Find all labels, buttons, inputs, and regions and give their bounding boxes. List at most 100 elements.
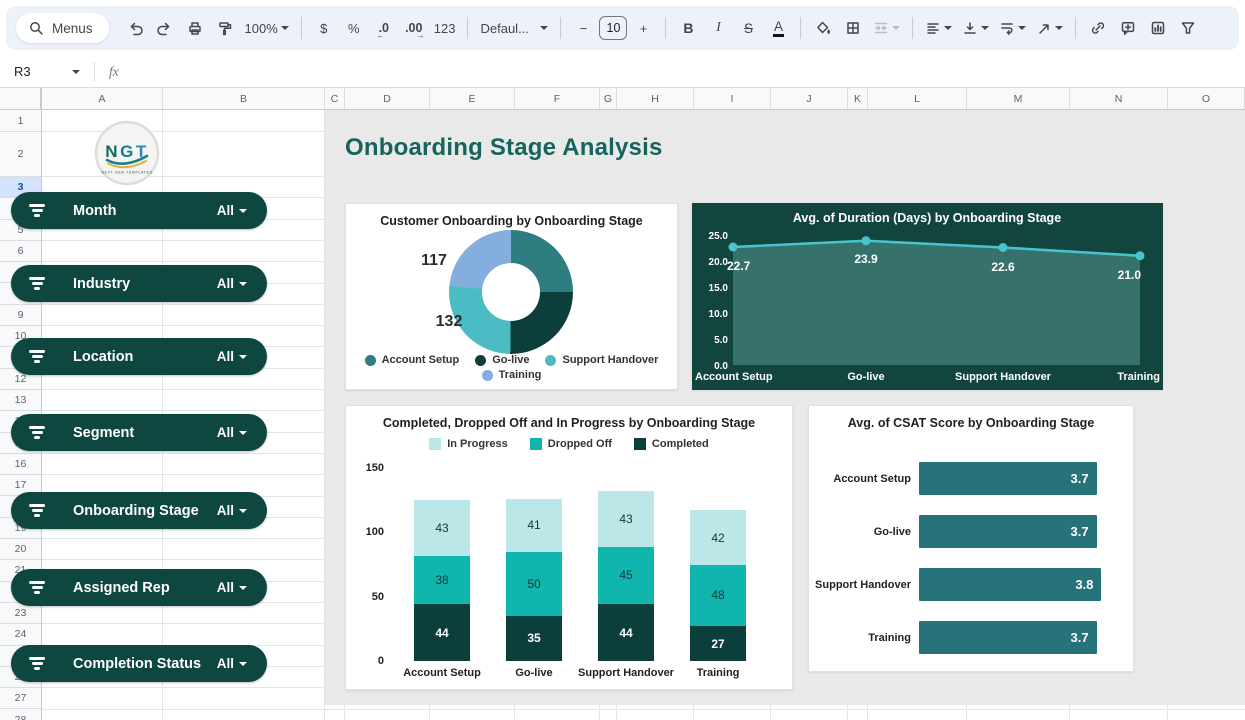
- search-menus-button[interactable]: Menus: [16, 13, 109, 43]
- percent-format-button[interactable]: %: [340, 14, 368, 42]
- row-header-2[interactable]: 2: [0, 132, 41, 177]
- svg-text:21.0: 21.0: [1118, 268, 1142, 282]
- csat-bar-chart-card[interactable]: Avg. of CSAT Score by Onboarding Stage A…: [808, 405, 1134, 672]
- bar-segment: 35: [506, 616, 562, 661]
- slicer-month[interactable]: MonthAll: [11, 192, 267, 229]
- row-header-6[interactable]: 6: [0, 241, 41, 262]
- merge-cells-button[interactable]: [869, 14, 904, 42]
- column-header-C[interactable]: C: [325, 88, 345, 109]
- stacked-bar-chart-card[interactable]: Completed, Dropped Off and In Progress b…: [345, 405, 793, 690]
- column-header-O[interactable]: O: [1168, 88, 1245, 109]
- slicer-value: All: [217, 580, 247, 595]
- increase-font-size-button[interactable]: +: [629, 14, 657, 42]
- row-header-1[interactable]: 1: [0, 110, 41, 132]
- svg-text:15.0: 15.0: [709, 283, 729, 294]
- paint-format-button[interactable]: [211, 14, 239, 42]
- column-header-I[interactable]: I: [694, 88, 771, 109]
- filter-icon: [27, 581, 47, 593]
- redo-button[interactable]: [151, 14, 179, 42]
- divider: [467, 17, 468, 39]
- slicer-industry[interactable]: IndustryAll: [11, 265, 267, 302]
- column-header-L[interactable]: L: [868, 88, 967, 109]
- filter-icon: [27, 277, 47, 289]
- svg-text:22.6: 22.6: [991, 260, 1015, 274]
- print-button[interactable]: [181, 14, 209, 42]
- text-color-button[interactable]: A: [764, 14, 792, 42]
- csat-row: Training3.7: [809, 621, 1133, 654]
- row-header-9[interactable]: 9: [0, 305, 41, 326]
- stacked-bar: 443843: [414, 500, 470, 661]
- filter-icon: [27, 350, 47, 362]
- fx-icon: fx: [95, 64, 119, 80]
- y-axis-tick: 0: [354, 655, 384, 667]
- legend-label: Training: [499, 369, 542, 381]
- bold-button[interactable]: B: [674, 14, 702, 42]
- slicer-value: All: [217, 656, 247, 671]
- column-header-F[interactable]: F: [515, 88, 600, 109]
- insert-comment-button[interactable]: [1114, 14, 1142, 42]
- slicer-value-text: All: [217, 503, 234, 518]
- row-header-13[interactable]: 13: [0, 390, 41, 411]
- row-header-16[interactable]: 16: [0, 454, 41, 475]
- column-header-N[interactable]: N: [1070, 88, 1168, 109]
- stacked-bar: 444543: [598, 491, 654, 661]
- column-header-K[interactable]: K: [848, 88, 868, 109]
- y-axis-tick: 150: [354, 462, 384, 474]
- select-all-corner[interactable]: [0, 88, 42, 109]
- text-rotation-button[interactable]: [1032, 14, 1067, 42]
- area-chart-card[interactable]: Avg. of Duration (Days) by Onboarding St…: [692, 203, 1163, 390]
- undo-icon: [127, 20, 143, 36]
- column-header-B[interactable]: B: [163, 88, 325, 109]
- row-header-28[interactable]: 28: [0, 709, 41, 720]
- filter-bar: [32, 355, 43, 357]
- decrease-decimal-button[interactable]: .0←: [370, 14, 398, 42]
- sheet-grid[interactable]: 1234567891011121314151617181920212223242…: [0, 110, 1245, 720]
- column-header-M[interactable]: M: [967, 88, 1070, 109]
- currency-format-button[interactable]: $: [310, 14, 338, 42]
- row-header-23[interactable]: 23: [0, 603, 41, 624]
- insert-chart-button[interactable]: [1144, 14, 1172, 42]
- text-wrap-button[interactable]: [995, 14, 1030, 42]
- decrease-font-size-button[interactable]: −: [569, 14, 597, 42]
- horizontal-align-button[interactable]: [921, 14, 956, 42]
- bar-segment: 44: [598, 604, 654, 661]
- borders-button[interactable]: [839, 14, 867, 42]
- legend-dot: [482, 370, 493, 381]
- row-header-27[interactable]: 27: [0, 688, 41, 709]
- row-header-20[interactable]: 20: [0, 539, 41, 560]
- column-header-A[interactable]: A: [42, 88, 163, 109]
- insert-link-button[interactable]: [1084, 14, 1112, 42]
- name-box[interactable]: R3: [0, 64, 88, 79]
- legend-label: Support Handover: [562, 354, 658, 366]
- undo-button[interactable]: [121, 14, 149, 42]
- column-header-J[interactable]: J: [771, 88, 848, 109]
- slicer-label: Location: [73, 349, 133, 365]
- column-header-D[interactable]: D: [345, 88, 430, 109]
- column-header-H[interactable]: H: [617, 88, 694, 109]
- zoom-select[interactable]: 100%: [241, 14, 293, 42]
- slicer-value: All: [217, 203, 247, 218]
- font-size-input[interactable]: 10: [599, 16, 627, 40]
- create-filter-button[interactable]: [1174, 14, 1202, 42]
- slicer-onboarding-stage[interactable]: Onboarding StageAll: [11, 492, 267, 529]
- slicer-location[interactable]: LocationAll: [11, 338, 267, 375]
- slicer-segment[interactable]: SegmentAll: [11, 414, 267, 451]
- slicer-assigned-rep[interactable]: Assigned RepAll: [11, 569, 267, 606]
- slicer-completion-status[interactable]: Completion StatusAll: [11, 645, 267, 682]
- increase-decimal-label: .00→: [405, 21, 422, 35]
- strikethrough-button[interactable]: S: [734, 14, 762, 42]
- column-header-G[interactable]: G: [600, 88, 617, 109]
- row-header-24[interactable]: 24: [0, 624, 41, 645]
- increase-decimal-button[interactable]: .00→: [400, 14, 428, 42]
- svg-text:25.0: 25.0: [709, 231, 729, 242]
- donut-chart-card[interactable]: Customer Onboarding by Onboarding Stage …: [345, 203, 678, 390]
- italic-button[interactable]: I: [704, 14, 732, 42]
- vertical-align-button[interactable]: [958, 14, 993, 42]
- font-select[interactable]: Defaul...: [476, 14, 552, 42]
- svg-text:Support Handover: Support Handover: [955, 371, 1052, 383]
- number-format-button[interactable]: 123: [430, 14, 460, 42]
- fill-color-button[interactable]: [809, 14, 837, 42]
- chevron-down-icon: [1055, 26, 1063, 30]
- column-header-E[interactable]: E: [430, 88, 515, 109]
- bar-segment: 50: [506, 552, 562, 616]
